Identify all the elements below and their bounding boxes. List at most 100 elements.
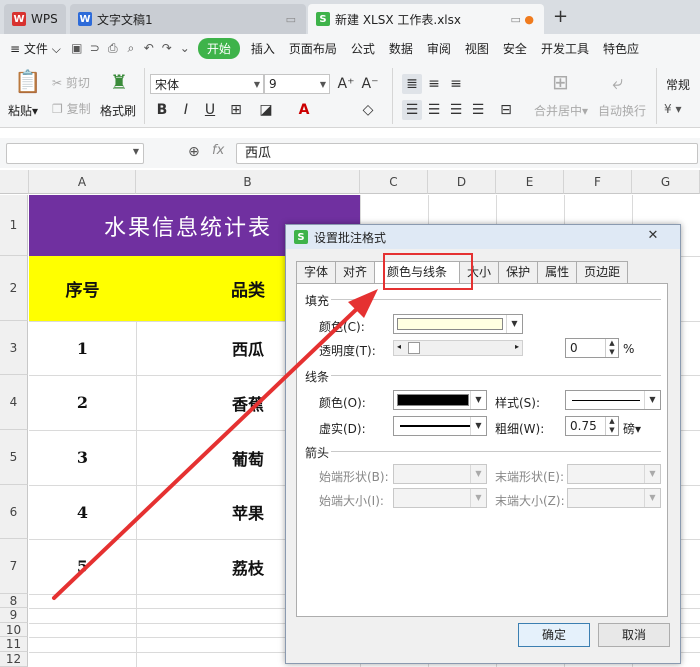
data-cell-no[interactable]: 2: [29, 375, 136, 430]
end-style-select[interactable]: ▼: [567, 464, 661, 484]
cancel-button[interactable]: 取消: [598, 623, 670, 647]
currency-icon[interactable]: ¥ ▾: [664, 102, 681, 116]
number-format-select[interactable]: 常规: [666, 76, 690, 93]
row-header-5[interactable]: 5: [0, 430, 28, 485]
align-bottom-icon[interactable]: ≡: [446, 74, 466, 94]
undo-icon[interactable]: ↶: [140, 41, 158, 55]
paste-icon[interactable]: 📋: [14, 70, 41, 95]
monitor-icon[interactable]: ▭: [286, 13, 296, 26]
line-weight-input[interactable]: 0.75 ▲ ▼: [565, 416, 619, 436]
underline-icon[interactable]: U: [200, 100, 220, 120]
row-header-6[interactable]: 6: [0, 485, 28, 539]
column-header-a[interactable]: A: [29, 170, 136, 194]
spinner-icon[interactable]: ▲ ▼: [605, 339, 618, 357]
zoom-icon[interactable]: ⊕: [188, 144, 200, 160]
row-header-3[interactable]: 3: [0, 321, 28, 375]
column-header-f[interactable]: F: [564, 170, 632, 194]
column-header-g[interactable]: G: [632, 170, 700, 194]
menu-page-layout[interactable]: 页面布局: [282, 40, 344, 57]
begin-style-select[interactable]: ▼: [393, 464, 487, 484]
slider-thumb[interactable]: [408, 342, 420, 354]
new-tab-button[interactable]: +: [553, 6, 568, 27]
row-header-9[interactable]: 9: [0, 608, 28, 623]
tab-document[interactable]: W 文字文稿1 ▭: [70, 4, 306, 34]
begin-size-select[interactable]: ▼: [393, 488, 487, 508]
row-header-2[interactable]: 2: [0, 256, 28, 321]
fill-color-icon[interactable]: ◪: [256, 100, 276, 120]
data-cell-no[interactable]: 1: [29, 321, 136, 375]
redo-icon[interactable]: ↷: [158, 41, 176, 55]
align-right-icon[interactable]: ☰: [446, 100, 466, 120]
align-top-icon[interactable]: ≣: [402, 74, 422, 94]
menu-start[interactable]: 开始: [197, 37, 240, 59]
font-name-select[interactable]: 宋体 ▼: [150, 74, 264, 94]
font-color-icon[interactable]: A: [294, 100, 314, 120]
row-header-4[interactable]: 4: [0, 375, 28, 430]
tab-font[interactable]: 字体: [296, 261, 337, 283]
column-header-d[interactable]: D: [428, 170, 496, 194]
print-icon[interactable]: ⎙: [104, 41, 122, 56]
clear-format-icon[interactable]: ◇: [358, 100, 378, 120]
tab-spreadsheet[interactable]: S 新建 XLSX 工作表.xlsx ▭ ●: [308, 4, 544, 34]
file-menu[interactable]: ≡ 文件 ⌵: [6, 40, 68, 57]
format-painter-icon[interactable]: ♜: [110, 70, 128, 94]
transparency-slider[interactable]: ◂ ▸: [393, 340, 523, 356]
row-header-8[interactable]: 8: [0, 594, 28, 608]
italic-icon[interactable]: I: [176, 100, 196, 120]
fx-icon[interactable]: fx: [212, 143, 224, 158]
format-painter-button[interactable]: 格式刷: [100, 102, 136, 119]
menu-view[interactable]: 视图: [458, 40, 496, 57]
align-center-icon[interactable]: ☰: [424, 100, 444, 120]
decrease-font-icon[interactable]: A⁻: [360, 74, 380, 94]
menu-insert[interactable]: 插入: [244, 40, 282, 57]
align-middle-icon[interactable]: ≡: [424, 74, 444, 94]
bold-icon[interactable]: B: [152, 100, 172, 120]
dialog-titlebar[interactable]: S 设置批注格式 ✕: [286, 225, 680, 249]
line-weight-unit[interactable]: 磅▾: [623, 420, 641, 437]
column-header-b[interactable]: B: [136, 170, 360, 194]
row-header-10[interactable]: 10: [0, 623, 28, 637]
menu-formulas[interactable]: 公式: [344, 40, 382, 57]
align-left-icon[interactable]: ☰: [402, 100, 422, 120]
border-icon[interactable]: ⊞: [226, 100, 246, 120]
slider-right-icon[interactable]: ▸: [515, 342, 519, 351]
menu-data[interactable]: 数据: [382, 40, 420, 57]
tab-size[interactable]: 大小: [459, 261, 500, 283]
line-color-select[interactable]: ▼: [393, 390, 487, 410]
name-box[interactable]: ▼: [6, 143, 144, 164]
menu-features[interactable]: 特色应: [596, 40, 646, 57]
transparency-input[interactable]: 0 ▲ ▼: [565, 338, 619, 358]
tab-alignment[interactable]: 对齐: [335, 261, 376, 283]
chevron-down-icon[interactable]: ⌄: [176, 41, 194, 55]
increase-font-icon[interactable]: A⁺: [336, 74, 356, 94]
menu-review[interactable]: 审阅: [420, 40, 458, 57]
data-cell-no[interactable]: 3: [29, 430, 136, 485]
cut-button[interactable]: ✂ 剪切: [52, 74, 90, 91]
justify-icon[interactable]: ☰: [468, 100, 488, 120]
tab-wps[interactable]: W WPS: [4, 4, 66, 34]
tab-properties[interactable]: 属性: [537, 261, 578, 283]
row-header-1[interactable]: 1: [0, 195, 28, 256]
dash-select[interactable]: ▼: [393, 416, 487, 436]
save-icon[interactable]: ▣: [68, 41, 86, 55]
formula-input[interactable]: 西瓜: [236, 143, 698, 164]
select-all-corner[interactable]: [0, 170, 29, 194]
column-header-e[interactable]: E: [496, 170, 564, 194]
menu-developer[interactable]: 开发工具: [534, 40, 596, 57]
paste-button[interactable]: 粘贴 ▾: [8, 102, 38, 119]
tab-colors-lines[interactable]: 颜色与线条: [374, 261, 461, 283]
close-icon[interactable]: ✕: [634, 227, 672, 245]
distributed-icon[interactable]: ⊟: [496, 100, 516, 120]
merge-center-button[interactable]: 合并居中 ▾: [534, 102, 588, 119]
spinner-icon[interactable]: ▲ ▼: [605, 417, 618, 435]
copy-button[interactable]: ❐ 复制: [52, 100, 91, 117]
ok-button[interactable]: 确定: [518, 623, 590, 647]
data-cell-no[interactable]: 5: [29, 539, 136, 594]
menu-security[interactable]: 安全: [496, 40, 534, 57]
tab-protection[interactable]: 保护: [498, 261, 539, 283]
slider-left-icon[interactable]: ◂: [397, 342, 401, 351]
row-header-11[interactable]: 11: [0, 637, 28, 652]
row-header-12[interactable]: 12: [0, 652, 28, 667]
data-cell-no[interactable]: 4: [29, 485, 136, 539]
column-header-c[interactable]: C: [360, 170, 428, 194]
